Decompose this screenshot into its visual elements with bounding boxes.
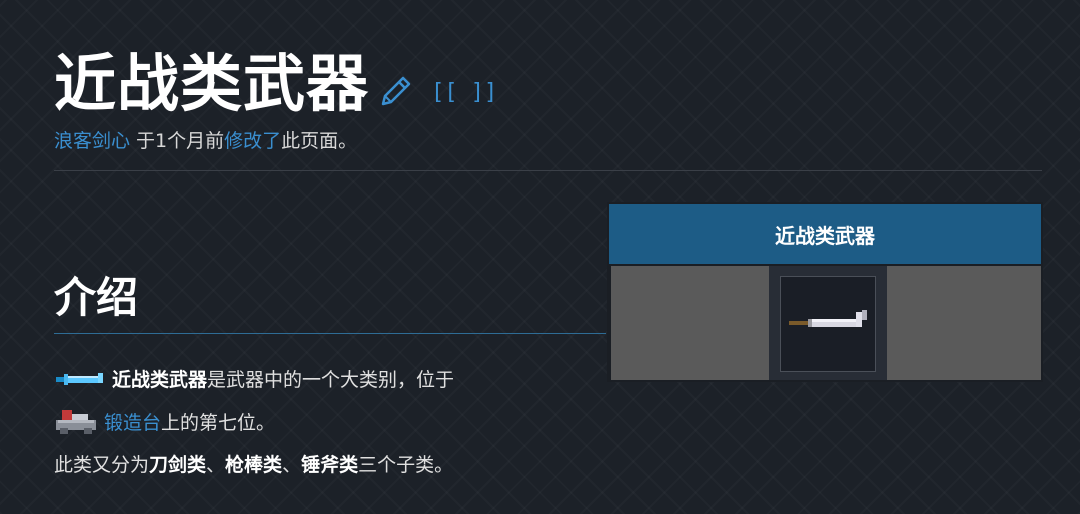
infobox-image-frame bbox=[769, 266, 887, 380]
blue-sword-icon bbox=[56, 372, 103, 385]
author-link[interactable]: 浪客剑心 bbox=[54, 130, 130, 152]
infobox: 近战类武器 bbox=[607, 202, 1043, 382]
intro-bold-term: 近战类武器 bbox=[112, 369, 208, 391]
source-link[interactable]: [[ ]] bbox=[431, 80, 497, 105]
title-row: 近战类武器 [[ ]] bbox=[54, 44, 497, 124]
intro-line-1: 近战类武器 是武器中的一个大类别，位于 bbox=[54, 365, 454, 392]
subclass-spear: 枪棒类 bbox=[225, 454, 283, 476]
forge-icon bbox=[56, 410, 96, 434]
intro-line-3-text-b: 三个子类。 bbox=[358, 454, 454, 476]
separator-b: 、 bbox=[282, 454, 302, 476]
subclass-hammer: 锤斧类 bbox=[301, 454, 359, 476]
byline: 浪客剑心 于1个月前修改了此页面。 bbox=[54, 126, 357, 153]
pencil-edit-icon[interactable] bbox=[377, 72, 415, 110]
intro-line-2: 锻造台 上的第七位。 bbox=[54, 406, 275, 436]
byline-time: 于1个月前 bbox=[130, 130, 225, 152]
forge-link[interactable]: 锻造台 bbox=[104, 408, 161, 435]
intro-line-2-text: 上的第七位。 bbox=[161, 411, 276, 434]
title-divider bbox=[54, 170, 1042, 171]
infobox-header: 近战类武器 bbox=[609, 204, 1041, 264]
intro-line-1-text: 是武器中的一个大类别，位于 bbox=[207, 369, 455, 391]
separator-a: 、 bbox=[206, 454, 226, 476]
byline-suffix: 此页面。 bbox=[281, 130, 358, 152]
page-title: 近战类武器 bbox=[54, 47, 370, 120]
intro-line-3-text-a: 此类又分为 bbox=[54, 454, 150, 476]
infobox-body bbox=[611, 266, 1041, 380]
section-divider bbox=[54, 333, 606, 334]
intro-line-3: 此类又分为 刀剑类、枪棒类、锤斧类 三个子类。 bbox=[54, 450, 453, 477]
pixel-sword-icon bbox=[789, 310, 867, 327]
section-title-intro: 介绍 bbox=[54, 273, 139, 322]
infobox-image[interactable] bbox=[780, 276, 876, 372]
subclass-blade: 刀剑类 bbox=[149, 454, 207, 476]
edit-history-link[interactable]: 修改了 bbox=[224, 130, 281, 152]
